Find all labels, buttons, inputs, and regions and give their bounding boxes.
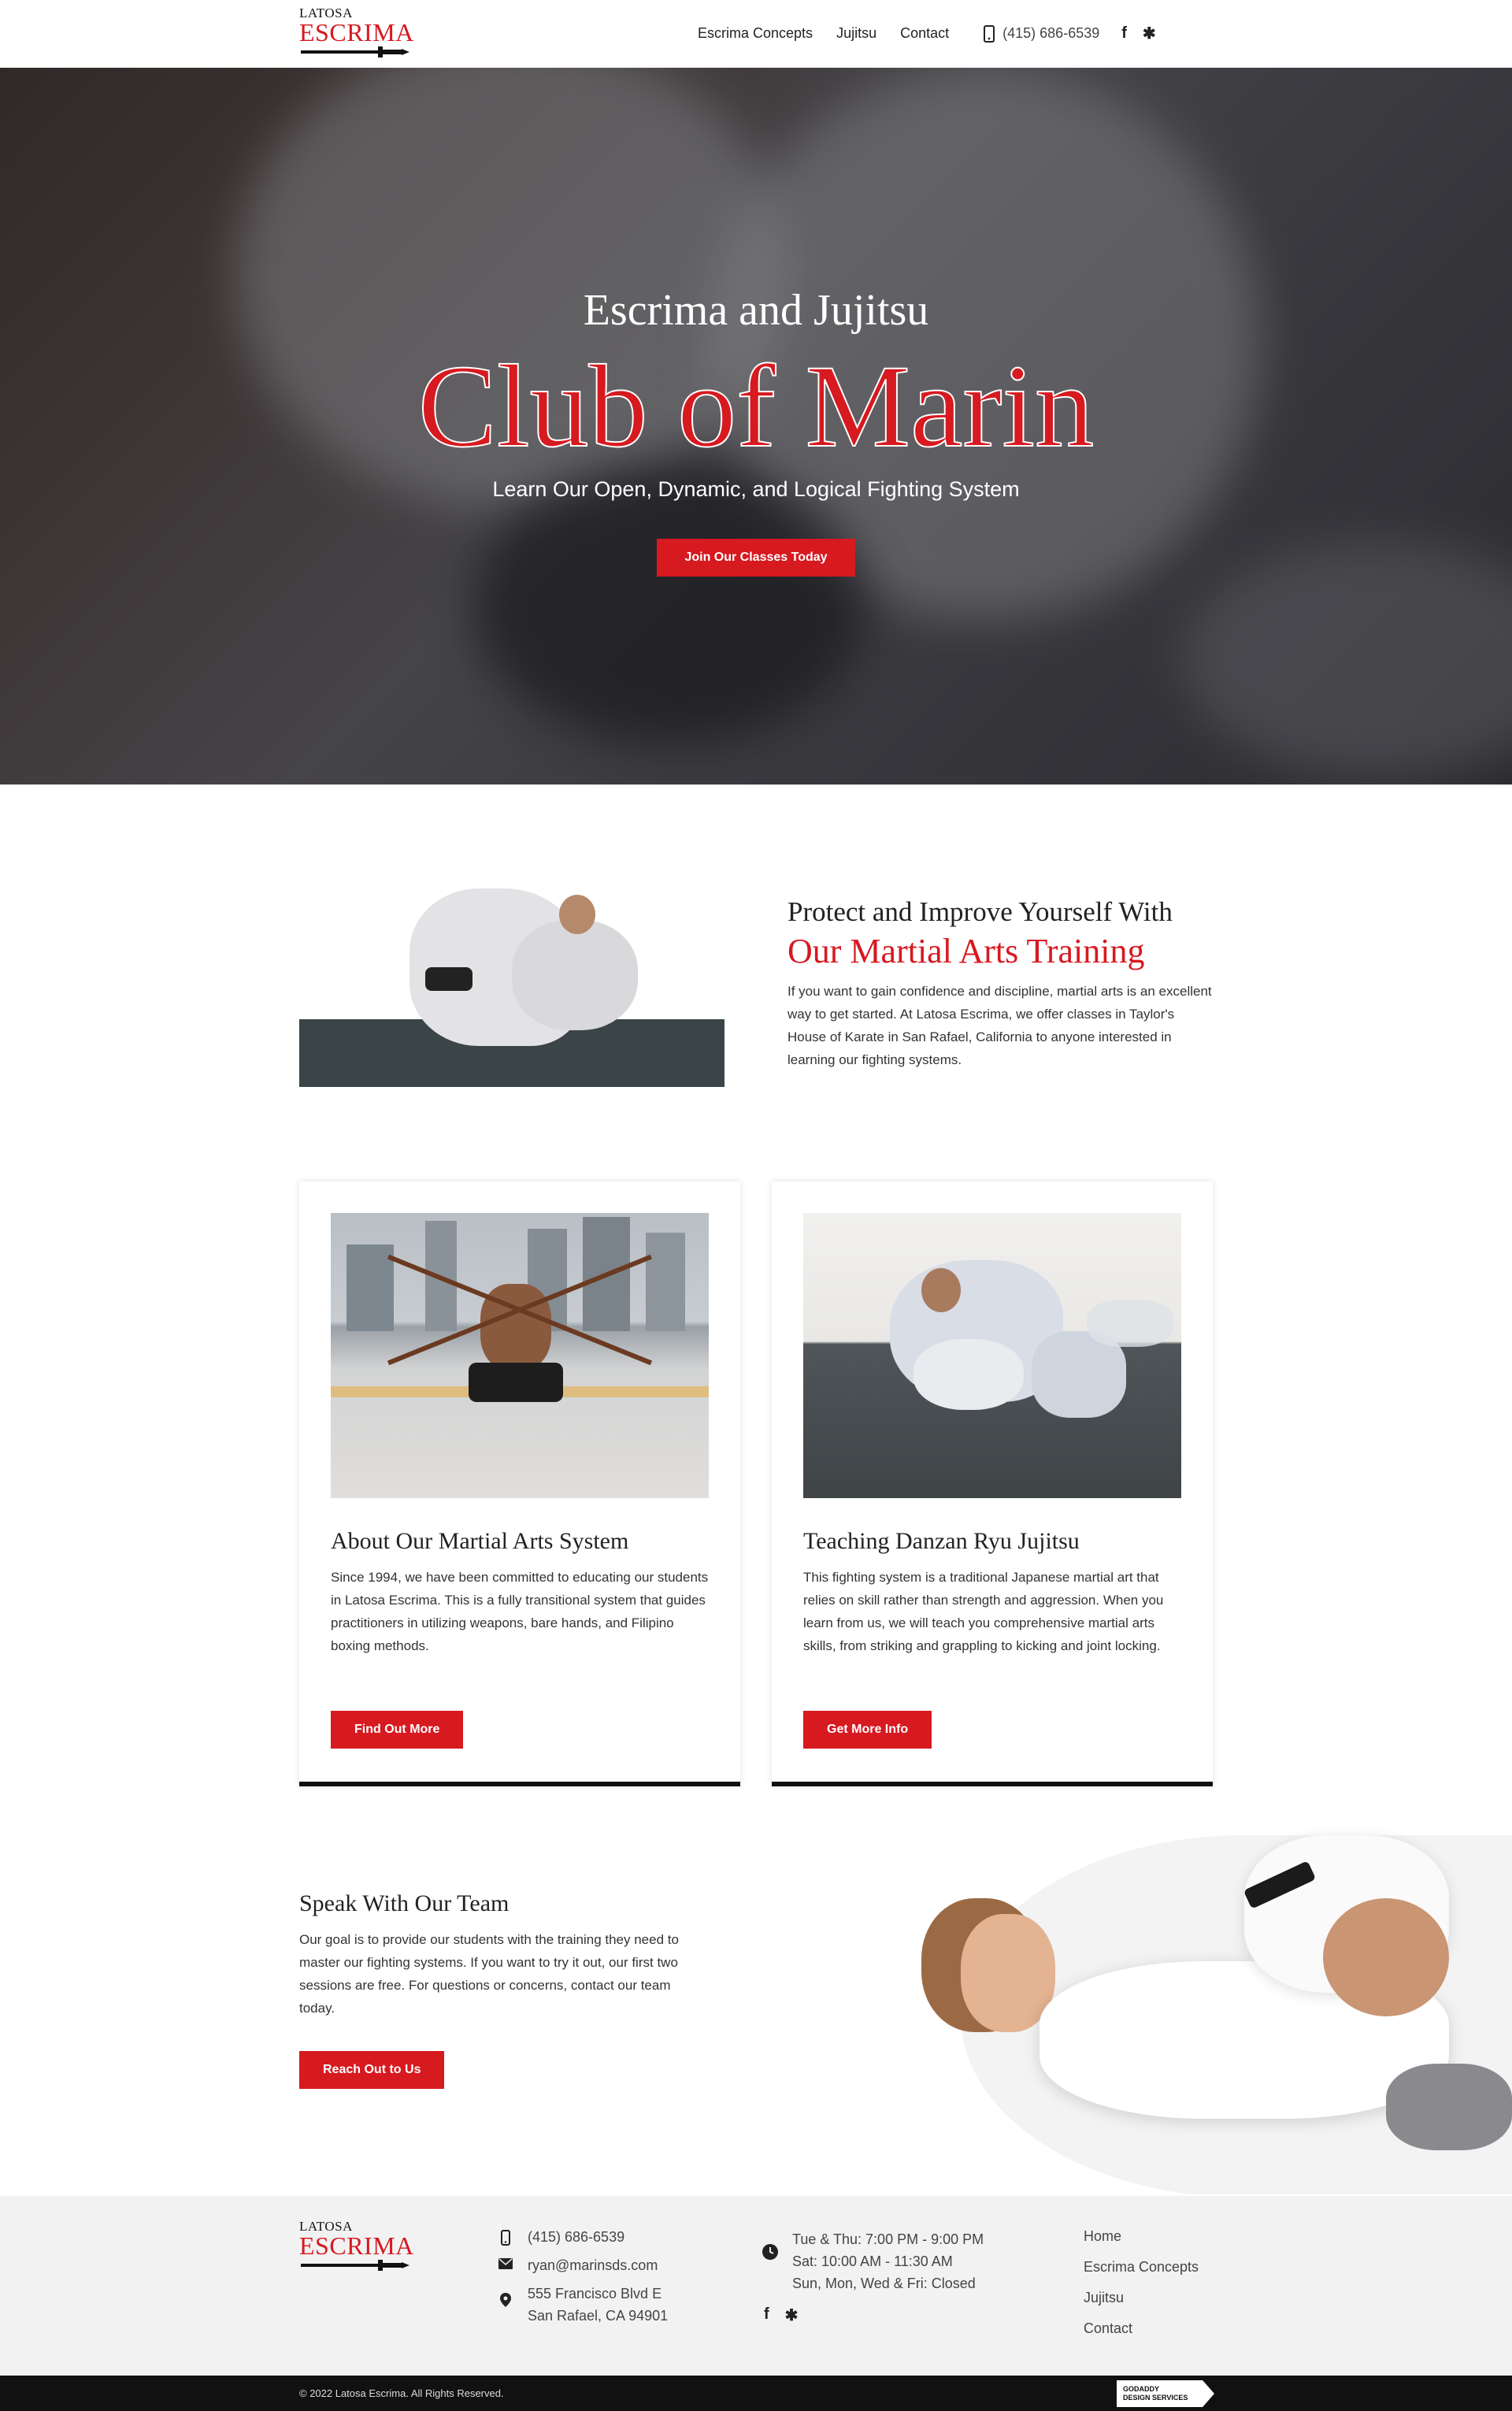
hero-title: Club of Marin <box>417 340 1095 473</box>
card-image-escrima <box>331 1213 709 1498</box>
speak-text: Our goal is to provide our students with… <box>299 1932 679 2016</box>
card-title: Teaching Danzan Ryu Jujitsu <box>803 1528 1080 1554</box>
grappler-head <box>921 1268 961 1312</box>
hero-section: Escrima and Jujitsu Club of Marin Learn … <box>0 68 1512 785</box>
site-header: LATOSA ESCRIMA Escrima Concepts Jujitsu … <box>0 0 1512 68</box>
header-phone[interactable]: (415) 686-6539 <box>984 24 1100 43</box>
logo-main-text: ESCRIMA <box>299 2231 414 2260</box>
card-danzan-ryu: Teaching Danzan Ryu Jujitsu This fightin… <box>772 1181 1213 1786</box>
sword-icon <box>301 2260 410 2271</box>
card-martial-arts-system: About Our Martial Arts System Since 1994… <box>299 1181 740 1786</box>
godaddy-badge[interactable]: GODADDY DESIGN SERVICES <box>1117 2380 1214 2407</box>
reach-out-button[interactable]: Reach Out to Us <box>299 2051 445 2089</box>
footer-address[interactable]: 555 Francisco Blvd E San Rafael, CA 9490… <box>496 2285 668 2324</box>
grappler-figure <box>914 1339 1024 1410</box>
hours-line: Sun, Mon, Wed & Fri: Closed <box>792 2276 976 2291</box>
yelp-icon[interactable]: ✱ <box>1143 24 1156 43</box>
hours-line: Tue & Thu: 7:00 PM - 9:00 PM <box>792 2231 984 2247</box>
copyright-text: © 2022 Latosa Escrima. All Rights Reserv… <box>299 2387 504 2399</box>
site-footer: LATOSA ESCRIMA (415) 686-6539 ryan@marin… <box>0 2196 1512 2376</box>
card-title: About Our Martial Arts System <box>331 1528 629 1554</box>
footer-link-jujitsu[interactable]: Jujitsu <box>1084 2290 1199 2306</box>
get-more-info-button[interactable]: Get More Info <box>803 1711 932 1749</box>
hours-line: Sat: 10:00 AM - 11:30 AM <box>792 2253 953 2269</box>
person-head <box>1323 1898 1449 2016</box>
clock-icon <box>761 2228 780 2260</box>
footer-email[interactable]: ryan@marinsds.com <box>496 2257 668 2274</box>
intro-heading: Protect and Improve Yourself With <box>788 896 1173 927</box>
badge-line2: DESIGN SERVICES <box>1123 2394 1188 2402</box>
footer-hours-block: Tue & Thu: 7:00 PM - 9:00 PM Sat: 10:00 … <box>761 2228 984 2294</box>
intro-text: If you want to gain confidence and disci… <box>788 984 1212 1067</box>
speak-heading: Speak With Our Team <box>299 1890 510 1916</box>
footer-address-line1: 555 Francisco Blvd E <box>528 2286 662 2302</box>
nav-escrima-concepts[interactable]: Escrima Concepts <box>698 25 813 42</box>
footer-link-escrima-concepts[interactable]: Escrima Concepts <box>1084 2259 1199 2276</box>
grappler-head <box>559 895 595 934</box>
main-nav: Escrima Concepts Jujitsu Contact (415) 6… <box>698 24 1172 43</box>
sword-icon <box>301 46 410 57</box>
header-social: f ✱ <box>1121 24 1171 43</box>
grappler-figure <box>512 920 638 1030</box>
hero-subtitle: Escrima and Jujitsu <box>583 286 929 335</box>
yelp-icon[interactable]: ✱ <box>785 2305 799 2325</box>
footer-link-home[interactable]: Home <box>1084 2228 1199 2245</box>
nav-contact[interactable]: Contact <box>900 25 949 42</box>
footer-social: f ✱ <box>764 2305 984 2325</box>
footer-links: Home Escrima Concepts Jujitsu Contact <box>1084 2228 1199 2351</box>
join-classes-button[interactable]: Join Our Classes Today <box>657 539 855 577</box>
footer-hours: Tue & Thu: 7:00 PM - 9:00 PM Sat: 10:00 … <box>761 2228 984 2325</box>
footer-logo[interactable]: LATOSA ESCRIMA <box>299 2220 413 2275</box>
hero-tagline: Learn Our Open, Dynamic, and Logical Fig… <box>492 477 1020 501</box>
footer-contact: (415) 686-6539 ryan@marinsds.com 555 Fra… <box>496 2228 668 2335</box>
footer-phone-text: (415) 686-6539 <box>528 2229 625 2245</box>
card-text: This fighting system is a traditional Ja… <box>803 1570 1164 1653</box>
nav-jujitsu[interactable]: Jujitsu <box>836 25 876 42</box>
facebook-icon[interactable]: f <box>1121 24 1127 43</box>
map-pin-icon <box>496 2285 515 2307</box>
intro-subheading: Our Martial Arts Training <box>788 932 1145 970</box>
intro-image <box>299 873 724 1087</box>
facebook-icon[interactable]: f <box>764 2305 769 2325</box>
background-figure <box>1087 1300 1173 1347</box>
speak-image <box>914 1804 1512 2194</box>
envelope-icon <box>496 2257 515 2269</box>
footer-email-text: ryan@marinsds.com <box>528 2257 658 2273</box>
find-out-more-button[interactable]: Find Out More <box>331 1711 464 1749</box>
footer-address-line2: San Rafael, CA 94901 <box>528 2308 669 2324</box>
pants-shape <box>1386 2064 1512 2150</box>
header-phone-number: (415) 686-6539 <box>1002 25 1100 41</box>
mobile-phone-icon <box>984 24 995 43</box>
black-belt <box>425 967 472 991</box>
site-logo[interactable]: LATOSA ESCRIMA <box>299 6 413 61</box>
fighter-shorts <box>469 1363 563 1402</box>
mobile-phone-icon <box>496 2228 515 2246</box>
building-shape <box>346 1244 394 1331</box>
building-shape <box>646 1233 685 1331</box>
badge-line1: GODADDY <box>1123 2385 1160 2393</box>
footer-bottom-bar: © 2022 Latosa Escrima. All Rights Reserv… <box>0 2376 1512 2411</box>
card-text: Since 1994, we have been committed to ed… <box>331 1570 709 1653</box>
card-image-jujitsu <box>803 1213 1181 1498</box>
footer-link-contact[interactable]: Contact <box>1084 2320 1199 2337</box>
footer-phone[interactable]: (415) 686-6539 <box>496 2228 668 2246</box>
logo-main-text: ESCRIMA <box>299 18 414 46</box>
